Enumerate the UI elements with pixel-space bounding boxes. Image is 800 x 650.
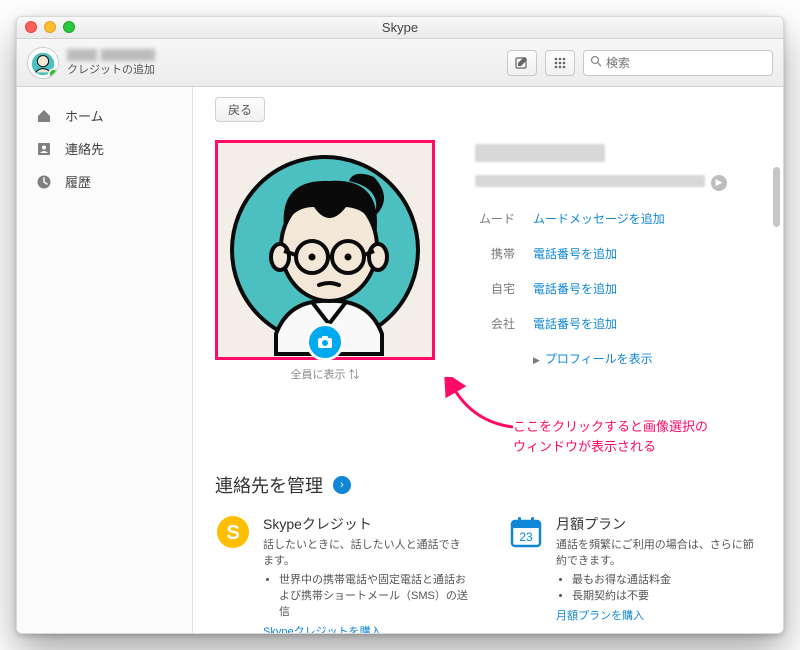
svg-text:S: S xyxy=(226,522,239,544)
manage-heading: 連絡先を管理 › xyxy=(215,472,761,498)
content-area: 戻る xyxy=(193,87,783,633)
svg-text:23: 23 xyxy=(519,530,533,544)
annotation-callout: ここをクリックすると画像選択の ウィンドウが表示される xyxy=(513,417,708,456)
sidebar-item-history[interactable]: 履歴 xyxy=(17,165,192,198)
body: ホーム 連絡先 履歴 戻る xyxy=(17,87,783,633)
plan-desc: 通話を頻繁にご利用の場合は、さらに節約できます。 xyxy=(556,536,761,568)
window-title: Skype xyxy=(382,20,418,35)
mood-add-link[interactable]: ムードメッセージを追加 xyxy=(533,210,665,227)
skype-credit-card: S Skypeクレジット 話したいときに、話したい人と通話できます。 世界中の携… xyxy=(215,514,468,633)
credit-title: Skypeクレジット xyxy=(263,514,468,534)
sidebar-item-home[interactable]: ホーム xyxy=(17,99,192,132)
home-field: 自宅 電話番号を追加 xyxy=(475,280,761,297)
buy-plan-link[interactable]: 月額プランを購入 xyxy=(556,607,644,623)
window-controls xyxy=(25,21,75,33)
avatar-illustration xyxy=(230,155,420,345)
change-photo-button[interactable] xyxy=(306,323,344,361)
show-profile-toggle[interactable]: ▶ プロフィールを表示 xyxy=(533,350,761,367)
calendar-icon: 23 xyxy=(508,514,544,550)
skype-id-redacted xyxy=(475,175,705,187)
current-user-avatar xyxy=(27,47,59,79)
back-button[interactable]: 戻る xyxy=(215,97,265,122)
display-name-redacted xyxy=(475,144,605,162)
app-window: Skype クレジットの追加 xyxy=(16,16,784,634)
sidebar-item-contacts[interactable]: 連絡先 xyxy=(17,132,192,165)
annotation-line2: ウィンドウが表示される xyxy=(513,437,708,457)
dialpad-icon xyxy=(553,56,567,70)
plan-title: 月額プラン xyxy=(556,514,761,534)
credit-icon: S xyxy=(215,514,251,550)
home-icon xyxy=(35,107,53,125)
sidebar-item-label: ホーム xyxy=(65,106,104,125)
mobile-field: 携帯 電話番号を追加 xyxy=(475,245,761,262)
annotation-line1: ここをクリックすると画像選択の xyxy=(513,417,708,437)
add-credit-link[interactable]: クレジットの追加 xyxy=(67,61,155,77)
compose-button[interactable] xyxy=(507,50,537,76)
minimize-window-button[interactable] xyxy=(44,21,56,33)
credit-bullet: 世界中の携帯電話や固定電話と通話および携帯ショートメール（SMS）の送信 xyxy=(279,571,468,619)
compose-icon xyxy=(515,56,529,70)
profile-details: ▶ ムード ムードメッセージを追加 携帯 電話番号を追加 自宅 電話番号を追加 xyxy=(475,140,761,382)
current-user-name-redacted xyxy=(67,49,155,61)
play-name-button[interactable]: ▶ xyxy=(711,175,727,191)
sidebar-item-label: 連絡先 xyxy=(65,139,104,158)
manage-heading-text: 連絡先を管理 xyxy=(215,472,323,498)
show-profile-label: プロフィールを表示 xyxy=(545,352,653,366)
dialpad-button[interactable] xyxy=(545,50,575,76)
manage-contacts-section: 連絡先を管理 › S Skypeクレジット 話したいときに、話したい人と通話でき… xyxy=(215,472,761,633)
mobile-label: 携帯 xyxy=(475,245,515,262)
avatar-visibility-selector[interactable]: 全員に表示 ⇅ xyxy=(215,366,435,382)
current-user[interactable]: クレジットの追加 xyxy=(27,47,155,79)
monthly-plan-card: 23 月額プラン 通話を頻繁にご利用の場合は、さらに節約できます。 最もお得な通… xyxy=(508,514,761,633)
credit-desc: 話したいときに、話したい人と通話できます。 xyxy=(263,536,468,568)
buy-credit-link[interactable]: Skypeクレジットを購入 xyxy=(263,623,382,633)
camera-icon xyxy=(316,333,334,351)
search-icon xyxy=(590,55,602,70)
work-add-link[interactable]: 電話番号を追加 xyxy=(533,315,617,332)
zoom-window-button[interactable] xyxy=(63,21,75,33)
plan-bullet: 最もお得な通話料金 xyxy=(572,571,761,587)
mobile-add-link[interactable]: 電話番号を追加 xyxy=(533,245,617,262)
manage-more-button[interactable]: › xyxy=(333,476,351,494)
annotation-arrow-icon xyxy=(443,377,523,437)
search-input[interactable] xyxy=(606,56,766,70)
home-add-link[interactable]: 電話番号を追加 xyxy=(533,280,617,297)
disclosure-triangle-icon: ▶ xyxy=(533,355,540,365)
plan-bullet: 長期契約は不要 xyxy=(572,587,761,603)
history-icon xyxy=(35,173,53,191)
sidebar-item-label: 履歴 xyxy=(65,172,91,191)
close-window-button[interactable] xyxy=(25,21,37,33)
search-field[interactable] xyxy=(583,50,773,76)
contacts-icon xyxy=(35,140,53,158)
titlebar: Skype xyxy=(17,17,783,39)
mood-field: ムード ムードメッセージを追加 xyxy=(475,210,761,227)
profile-avatar-box[interactable] xyxy=(215,140,435,360)
home-label: 自宅 xyxy=(475,280,515,297)
work-field: 会社 電話番号を追加 xyxy=(475,315,761,332)
mood-label: ムード xyxy=(475,210,515,227)
work-label: 会社 xyxy=(475,315,515,332)
toolbar: クレジットの追加 xyxy=(17,39,783,87)
vertical-scrollbar[interactable] xyxy=(773,167,780,227)
sidebar: ホーム 連絡先 履歴 xyxy=(17,87,193,633)
status-online-icon xyxy=(48,68,59,79)
